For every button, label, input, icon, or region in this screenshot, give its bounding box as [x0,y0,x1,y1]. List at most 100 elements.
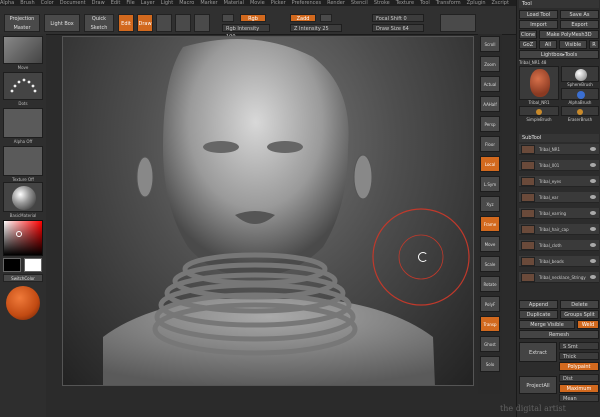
eye-icon[interactable] [590,163,596,167]
view-button-aahalf[interactable]: AAHalf [480,96,500,112]
texture-thumbnail[interactable] [3,146,43,176]
edit-button[interactable]: Edit [118,14,134,32]
brush-thumbnail[interactable] [3,36,43,64]
eye-icon[interactable] [590,243,596,247]
groups-split-button[interactable]: Groups Split [560,310,599,319]
eye-icon[interactable] [590,275,596,279]
dynamic-button[interactable] [440,14,476,32]
mrgb-button[interactable] [222,14,234,22]
view-button-local[interactable]: Local [480,156,500,172]
subtool-row[interactable]: Tribal_NR1 [519,144,599,155]
stroke-thumbnail[interactable] [3,72,43,100]
tool-caption-eraser: EraserBrush [567,117,593,122]
tool-thumbnail-simple[interactable] [519,106,559,116]
subtool-row[interactable]: Tribal_001 [519,160,599,171]
eye-icon[interactable] [590,147,596,151]
extract-button[interactable]: Extract [519,342,557,362]
draw-size-slider[interactable]: Draw Size 64 [372,24,424,32]
polypaint-toggle[interactable]: Polypaint [559,362,599,371]
export-button[interactable]: Export [560,20,599,29]
thick-slider[interactable]: Thick [559,352,599,360]
lightbox-tools-button[interactable]: Lightbox▸Tools [519,50,599,59]
view-button-transp[interactable]: Transp [480,316,500,332]
save-as-button[interactable]: Save As [560,10,599,19]
subtool-header[interactable]: SubTool [519,134,599,142]
draw-button[interactable]: Draw [137,14,153,32]
view-button-solo[interactable]: Solo [480,356,500,372]
duplicate-button[interactable]: Duplicate [519,310,558,319]
subtool-label: Tribal_hair_cap [539,227,569,232]
subtool-row[interactable]: Tribal_cloth [519,240,599,251]
tool-thumbnail-tribal[interactable] [519,66,559,100]
projection-master-button[interactable]: Projection Master [4,14,40,32]
focal-shift-label: Focal Shift 0 [376,16,407,22]
tool-thumbnail-eraser[interactable] [561,106,599,116]
eye-icon[interactable] [590,211,596,215]
scale-mode-button[interactable] [175,14,191,32]
eye-icon[interactable] [590,259,596,263]
view-button-xyz[interactable]: Xyz [480,196,500,212]
view-button-l-sym[interactable]: L.Sym [480,176,500,192]
rgb-intensity-slider[interactable]: Rgb Intensity 100 [222,24,270,40]
subtool-row[interactable]: Tribal_earring [519,208,599,219]
view-strip: Scroll Zoom Actual AAHalf Persp Floor Local L.S… [478,34,502,394]
project-all-button[interactable]: ProjectAll [519,376,557,394]
merge-visible-button[interactable]: Merge Visible [519,320,575,329]
view-button-scale[interactable]: Scale [480,256,500,272]
append-button[interactable]: Append [519,300,558,309]
material-thumbnail[interactable] [3,182,43,212]
subtool-row[interactable]: Tribal_ear [519,192,599,203]
delete-button[interactable]: Delete [560,300,599,309]
subtool-row[interactable]: Tribal_hair_cap [519,224,599,235]
zadd-button[interactable]: Zadd [290,14,316,22]
eye-icon[interactable] [590,227,596,231]
dist-slider[interactable]: Dist [559,374,599,382]
view-button-actual[interactable]: Actual [480,76,500,92]
tool-thumbnail-sphere[interactable] [561,66,599,82]
view-button-ghost[interactable]: Ghost [480,336,500,352]
view-button-scroll[interactable]: Scroll [480,36,500,52]
view-button-persp[interactable]: Persp [480,116,500,132]
main-color-swatch[interactable] [24,258,42,272]
subtool-row[interactable]: Tribal_eyes [519,176,599,187]
rotate-mode-button[interactable] [194,14,210,32]
z-intensity-slider[interactable]: Z Intensity 25 [290,24,342,32]
maximum-toggle[interactable]: Maximum [559,384,599,393]
tool-caption-alpha: AlphaBrush [568,100,592,105]
eye-icon[interactable] [590,179,596,183]
import-button[interactable]: Import [519,20,558,29]
focal-shift-slider[interactable]: Focal Shift 0 [372,14,424,22]
remesh-button[interactable]: Remesh [519,330,599,339]
view-button-zoom[interactable]: Zoom [480,56,500,72]
eye-icon[interactable] [590,195,596,199]
rgb-button[interactable]: Rgb [240,14,266,22]
quick-sketch-button[interactable]: Quick Sketch [84,14,114,32]
subtool-row[interactable]: Tribal_necklace_Stringy [519,272,599,283]
move-mode-button[interactable] [156,14,172,32]
make-polymesh-button[interactable]: Make PolyMesh3D [539,30,599,39]
goz-visible-button[interactable]: Visible [559,40,587,49]
document-canvas[interactable] [62,36,474,386]
view-button-polyf[interactable]: PolyF [480,296,500,312]
view-button-frame[interactable]: Frame [480,216,500,232]
secondary-color-swatch[interactable] [3,258,21,272]
tool-thumbnail-alpha[interactable] [561,88,599,100]
s-smt-slider[interactable]: S Smt [559,342,599,350]
sphere-tool-icon [575,69,587,81]
view-button-move[interactable]: Move [480,236,500,252]
goz-button[interactable]: GoZ [519,40,537,49]
alpha-thumbnail[interactable] [3,108,43,138]
subtool-row[interactable]: Tribal_beads [519,256,599,267]
color-picker[interactable] [3,220,43,256]
weld-button[interactable]: Weld [577,320,599,329]
switch-color-button[interactable]: SwitchColor [3,274,43,282]
goz-all-button[interactable]: All [539,40,557,49]
zsub-button[interactable] [320,14,332,22]
clone-button[interactable]: Clone [519,30,537,39]
view-button-rotate[interactable]: Rotate [480,276,500,292]
view-button-floor[interactable]: Floor [480,136,500,152]
lightbox-button[interactable]: Light Box [44,14,80,32]
load-tool-button[interactable]: Load Tool [519,10,558,19]
mean-slider[interactable]: Mean [559,394,599,402]
goz-r-button[interactable]: R [589,40,599,49]
